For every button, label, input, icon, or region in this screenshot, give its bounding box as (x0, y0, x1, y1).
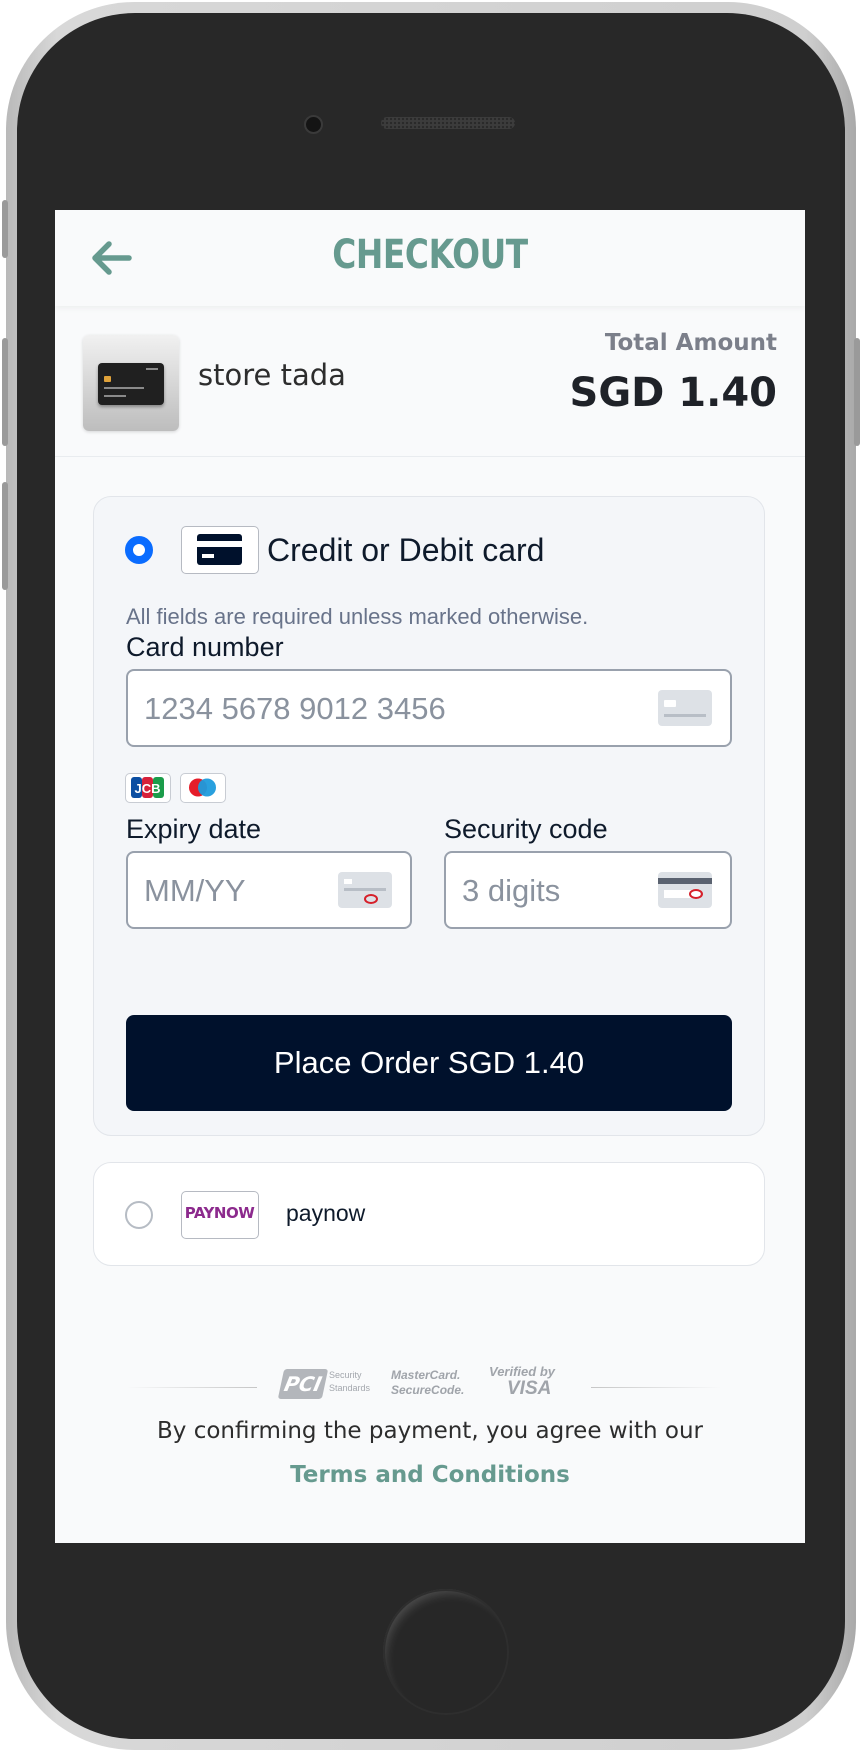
product-thumbnail (83, 335, 179, 431)
security-badges: PCI Security Standards MasterCard. Secur… (55, 1362, 805, 1410)
home-button[interactable] (383, 1589, 509, 1715)
jcb-logo-icon: JCB (125, 773, 171, 803)
maestro-logo-icon (180, 773, 226, 803)
card-method-label: Credit or Debit card (267, 532, 545, 568)
credit-card-icon (197, 534, 242, 565)
card-expiry-icon (338, 872, 392, 908)
visa-line2: VISA (507, 1378, 552, 1399)
expiry-date-label: Expiry date (126, 814, 262, 844)
power-button (854, 338, 860, 446)
volume-up-button (2, 338, 8, 446)
card-number-input[interactable]: 1234 5678 9012 3456 (126, 669, 732, 747)
volume-down-button (2, 482, 8, 590)
page-title: CHECKOUT (332, 232, 528, 278)
total-amount: SGD 1.40 (569, 370, 777, 416)
mastercard-line1: MasterCard. (391, 1368, 461, 1382)
paynow-label: paynow (286, 1200, 366, 1226)
pci-line1: Security (329, 1370, 362, 1380)
paynow-logo-text: PAYNOW (184, 1204, 255, 1222)
place-order-button[interactable]: Place Order SGD 1.40 (126, 1015, 732, 1111)
mastercard-securecode-badge: MasterCard. SecureCode. (391, 1368, 467, 1404)
card-payment-option: Credit or Debit card All fields are requ… (93, 496, 765, 1136)
card-radio[interactable] (125, 536, 153, 564)
card-number-placeholder: 1234 5678 9012 3456 (144, 691, 446, 726)
card-image (98, 363, 164, 405)
mastercard-line2: SecureCode. (391, 1383, 465, 1397)
security-code-label: Security code (444, 814, 608, 844)
divider-right (591, 1387, 721, 1388)
agreement-text: By confirming the payment, you agree wit… (157, 1418, 703, 1444)
pci-badge: PCI Security Standards (277, 1366, 373, 1406)
paynow-logo: PAYNOW (181, 1191, 259, 1239)
merchant-summary: store tada Total Amount SGD 1.40 (55, 306, 805, 457)
verified-by-visa-badge: Verified by VISA (489, 1362, 569, 1406)
card-front-icon (658, 690, 712, 726)
header: CHECKOUT (55, 210, 805, 306)
required-fields-hint: All fields are required unless marked ot… (126, 604, 589, 629)
paynow-payment-option[interactable]: PAYNOW paynow (93, 1162, 765, 1266)
expiry-date-placeholder: MM/YY (144, 873, 246, 908)
total-amount-label: Total Amount (604, 330, 777, 356)
card-method-logo (181, 526, 259, 574)
checkout-screen: CHECKOUT store tada Total Amount SGD 1.4… (55, 210, 805, 1543)
paynow-radio[interactable] (125, 1201, 153, 1229)
card-cvc-icon (658, 872, 712, 908)
pci-line2: Standards (329, 1383, 371, 1393)
visa-line1: Verified by (489, 1364, 555, 1379)
front-camera (304, 115, 323, 134)
earpiece-speaker (381, 117, 515, 129)
pci-logo: PCI (277, 1369, 329, 1399)
expiry-date-input[interactable]: MM/YY (126, 851, 412, 929)
mute-switch (2, 200, 8, 258)
card-number-label: Card number (126, 632, 284, 662)
terms-link[interactable]: Terms and Conditions (55, 1462, 805, 1488)
security-code-input[interactable]: 3 digits (444, 851, 732, 929)
store-name: store tada (198, 358, 346, 392)
security-code-placeholder: 3 digits (462, 873, 561, 908)
svg-text:JCB: JCB (134, 781, 160, 796)
divider-left (127, 1387, 257, 1388)
